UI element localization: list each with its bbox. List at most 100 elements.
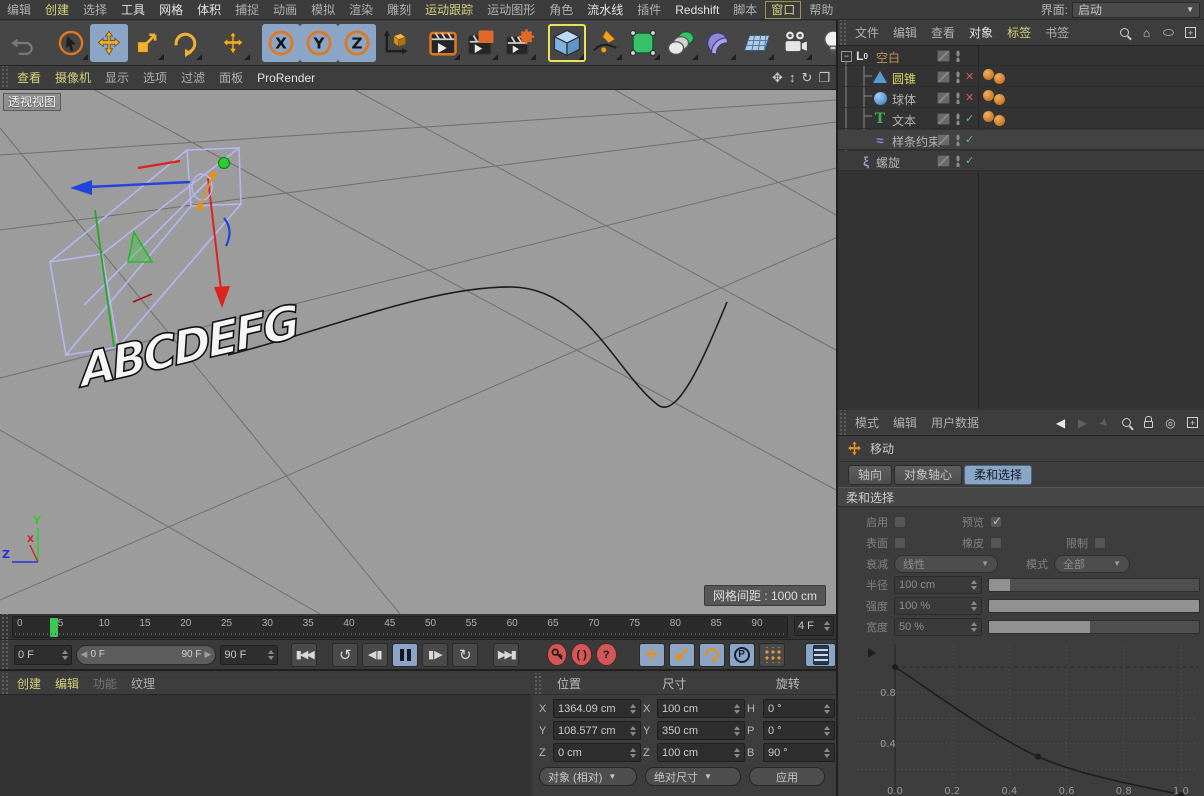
object-row-cone[interactable]: 圆锥 ✕ <box>838 67 1204 87</box>
search-icon[interactable] <box>1117 25 1132 40</box>
object-row-spline-wrap[interactable]: ≈ 样条约束 ✓ <box>838 130 1204 150</box>
bend-deformer-button[interactable] <box>700 24 738 62</box>
material-menu-item[interactable]: 编辑 <box>48 674 86 694</box>
enable-state-icon[interactable]: ✓ <box>965 154 974 167</box>
home-icon[interactable]: ⌂ <box>1139 25 1154 40</box>
enable-state-icon[interactable]: ✓ <box>965 133 974 146</box>
viewport-menu-item[interactable]: 显示 <box>98 68 136 88</box>
object-row-helix[interactable]: ξ 螺旋 ✓ <box>838 151 1204 171</box>
mode-dropdown[interactable]: 全部▼ <box>1054 555 1130 573</box>
position-mode-dropdown[interactable]: 对象 (相对)▼ <box>539 767 637 786</box>
key-scale-toggle[interactable] <box>669 643 695 667</box>
strength-field[interactable]: 100 % <box>894 597 982 615</box>
coordinate-system-button[interactable] <box>376 24 414 62</box>
preview-range-slider[interactable]: ◀ 0 F 90 F ▶ <box>76 645 217 665</box>
interface-dropdown[interactable]: 启动 ▼ <box>1072 2 1200 18</box>
menu-item[interactable]: 角色 <box>542 0 580 20</box>
tag-icon[interactable] <box>994 73 1005 84</box>
undo-button[interactable] <box>4 24 42 62</box>
strength-slider[interactable] <box>988 599 1200 613</box>
panel-grip[interactable] <box>0 614 10 639</box>
range-right-arrow-icon[interactable]: ▶ <box>204 649 211 660</box>
falloff-curve-graph[interactable]: 0.8 0.4 0.00.20.40.60.81.0 <box>838 638 1204 796</box>
viewport-menu-item[interactable]: 过滤 <box>174 68 212 88</box>
floor-environment-button[interactable] <box>738 24 776 62</box>
viewport-menu-item[interactable]: 摄像机 <box>48 68 98 88</box>
preview-checkbox[interactable] <box>990 516 1002 528</box>
layer-chip[interactable] <box>937 113 950 125</box>
goto-end-button[interactable]: ▶▶▮ <box>493 643 519 667</box>
object-row-null[interactable]: − L0 空白 <box>838 46 1204 66</box>
menu-item[interactable]: 选择 <box>76 0 114 20</box>
curve-point[interactable] <box>892 664 898 670</box>
tab-axis[interactable]: 轴向 <box>848 465 892 485</box>
move-tool-button[interactable] <box>90 24 128 62</box>
menu-item[interactable]: 捕捉 <box>228 0 266 20</box>
key-rotation-toggle[interactable] <box>699 643 725 667</box>
radius-field[interactable]: 100 cm <box>894 576 982 594</box>
lock-x-axis-button[interactable]: X <box>262 24 300 62</box>
rot-p-field[interactable]: 0 ° <box>763 721 835 740</box>
goto-start-button[interactable]: ▮◀◀ <box>291 643 317 667</box>
radius-slider[interactable] <box>988 578 1200 592</box>
lock-z-axis-button[interactable]: Z <box>338 24 376 62</box>
tag-icon[interactable] <box>983 90 994 101</box>
current-frame-spinner[interactable]: 4 F <box>794 616 834 636</box>
range-end-spinner[interactable]: 90 F <box>220 645 278 665</box>
lock-icon[interactable] <box>1141 415 1156 430</box>
object-manager-menu-item[interactable]: 对象 <box>962 23 1000 43</box>
menu-item[interactable]: 模拟 <box>304 0 342 20</box>
spinner-arrows-icon[interactable] <box>265 650 274 660</box>
menu-item[interactable]: 渲染 <box>342 0 380 20</box>
menu-item[interactable]: 运动图形 <box>480 0 542 20</box>
make-preview-button[interactable] <box>805 643 836 667</box>
play-backwards-button[interactable]: ↺ <box>332 643 358 667</box>
attribute-menu-item[interactable]: 模式 <box>848 413 886 433</box>
width-slider[interactable] <box>988 620 1200 634</box>
visibility-dots-icon[interactable] <box>956 50 960 62</box>
tag-icon[interactable] <box>983 111 994 122</box>
viewport-zoom-icon[interactable]: ↕ <box>789 70 796 86</box>
menu-item[interactable]: 网格 <box>152 0 190 20</box>
panel-grip[interactable] <box>0 640 10 669</box>
rubber-checkbox[interactable] <box>990 537 1002 549</box>
section-header-soft-selection[interactable]: 柔和选择 <box>838 487 1204 507</box>
menu-item[interactable]: 帮助 <box>802 0 840 20</box>
camera-button[interactable] <box>776 24 814 62</box>
range-start-spinner[interactable]: 0 F <box>14 645 72 665</box>
spinner-arrows-icon[interactable] <box>59 650 68 660</box>
key-parameter-toggle[interactable]: P <box>729 643 755 667</box>
range-left-arrow-icon[interactable]: ◀ <box>81 649 88 660</box>
limit-checkbox[interactable] <box>1094 537 1106 549</box>
object-name[interactable]: 文本 <box>892 112 916 129</box>
menu-item[interactable]: 创建 <box>38 0 76 20</box>
pos-z-field[interactable]: 0 cm <box>553 743 641 762</box>
layer-chip[interactable] <box>937 50 950 62</box>
spinner-arrows-icon[interactable] <box>821 621 830 631</box>
key-pla-toggle[interactable] <box>759 643 785 667</box>
enable-state-icon[interactable]: ✕ <box>965 70 974 83</box>
falloff-curve[interactable] <box>895 667 1181 795</box>
object-name[interactable]: 圆锥 <box>892 70 916 87</box>
add-cube-object-button[interactable] <box>548 24 586 62</box>
curve-point[interactable] <box>1035 754 1041 760</box>
target-icon[interactable]: ◎ <box>1163 415 1178 430</box>
menu-item[interactable]: 动画 <box>266 0 304 20</box>
enable-state-icon[interactable]: ✓ <box>965 112 974 125</box>
autokey-button[interactable]: ( ) <box>571 643 592 666</box>
render-to-picture-viewer-button[interactable] <box>462 24 500 62</box>
viewport-maximize-icon[interactable]: ❐ <box>818 70 830 86</box>
menu-item[interactable]: 雕刻 <box>380 0 418 20</box>
visibility-dots-icon[interactable] <box>956 134 960 146</box>
menu-item[interactable]: 体积 <box>190 0 228 20</box>
timeline-playhead[interactable] <box>50 618 58 637</box>
width-field[interactable]: 50 % <box>894 618 982 636</box>
pos-x-field[interactable]: 1364.09 cm <box>553 699 641 718</box>
layer-chip[interactable] <box>937 155 950 167</box>
menu-item[interactable]: 运动跟踪 <box>418 0 480 20</box>
step-forward-button[interactable]: ▮▶ <box>422 643 448 667</box>
panel-grip[interactable] <box>0 66 10 89</box>
object-name[interactable]: 螺旋 <box>876 154 900 171</box>
arrow-up-icon[interactable]: ➤ <box>1094 412 1115 433</box>
visibility-dots-icon[interactable] <box>956 113 960 125</box>
